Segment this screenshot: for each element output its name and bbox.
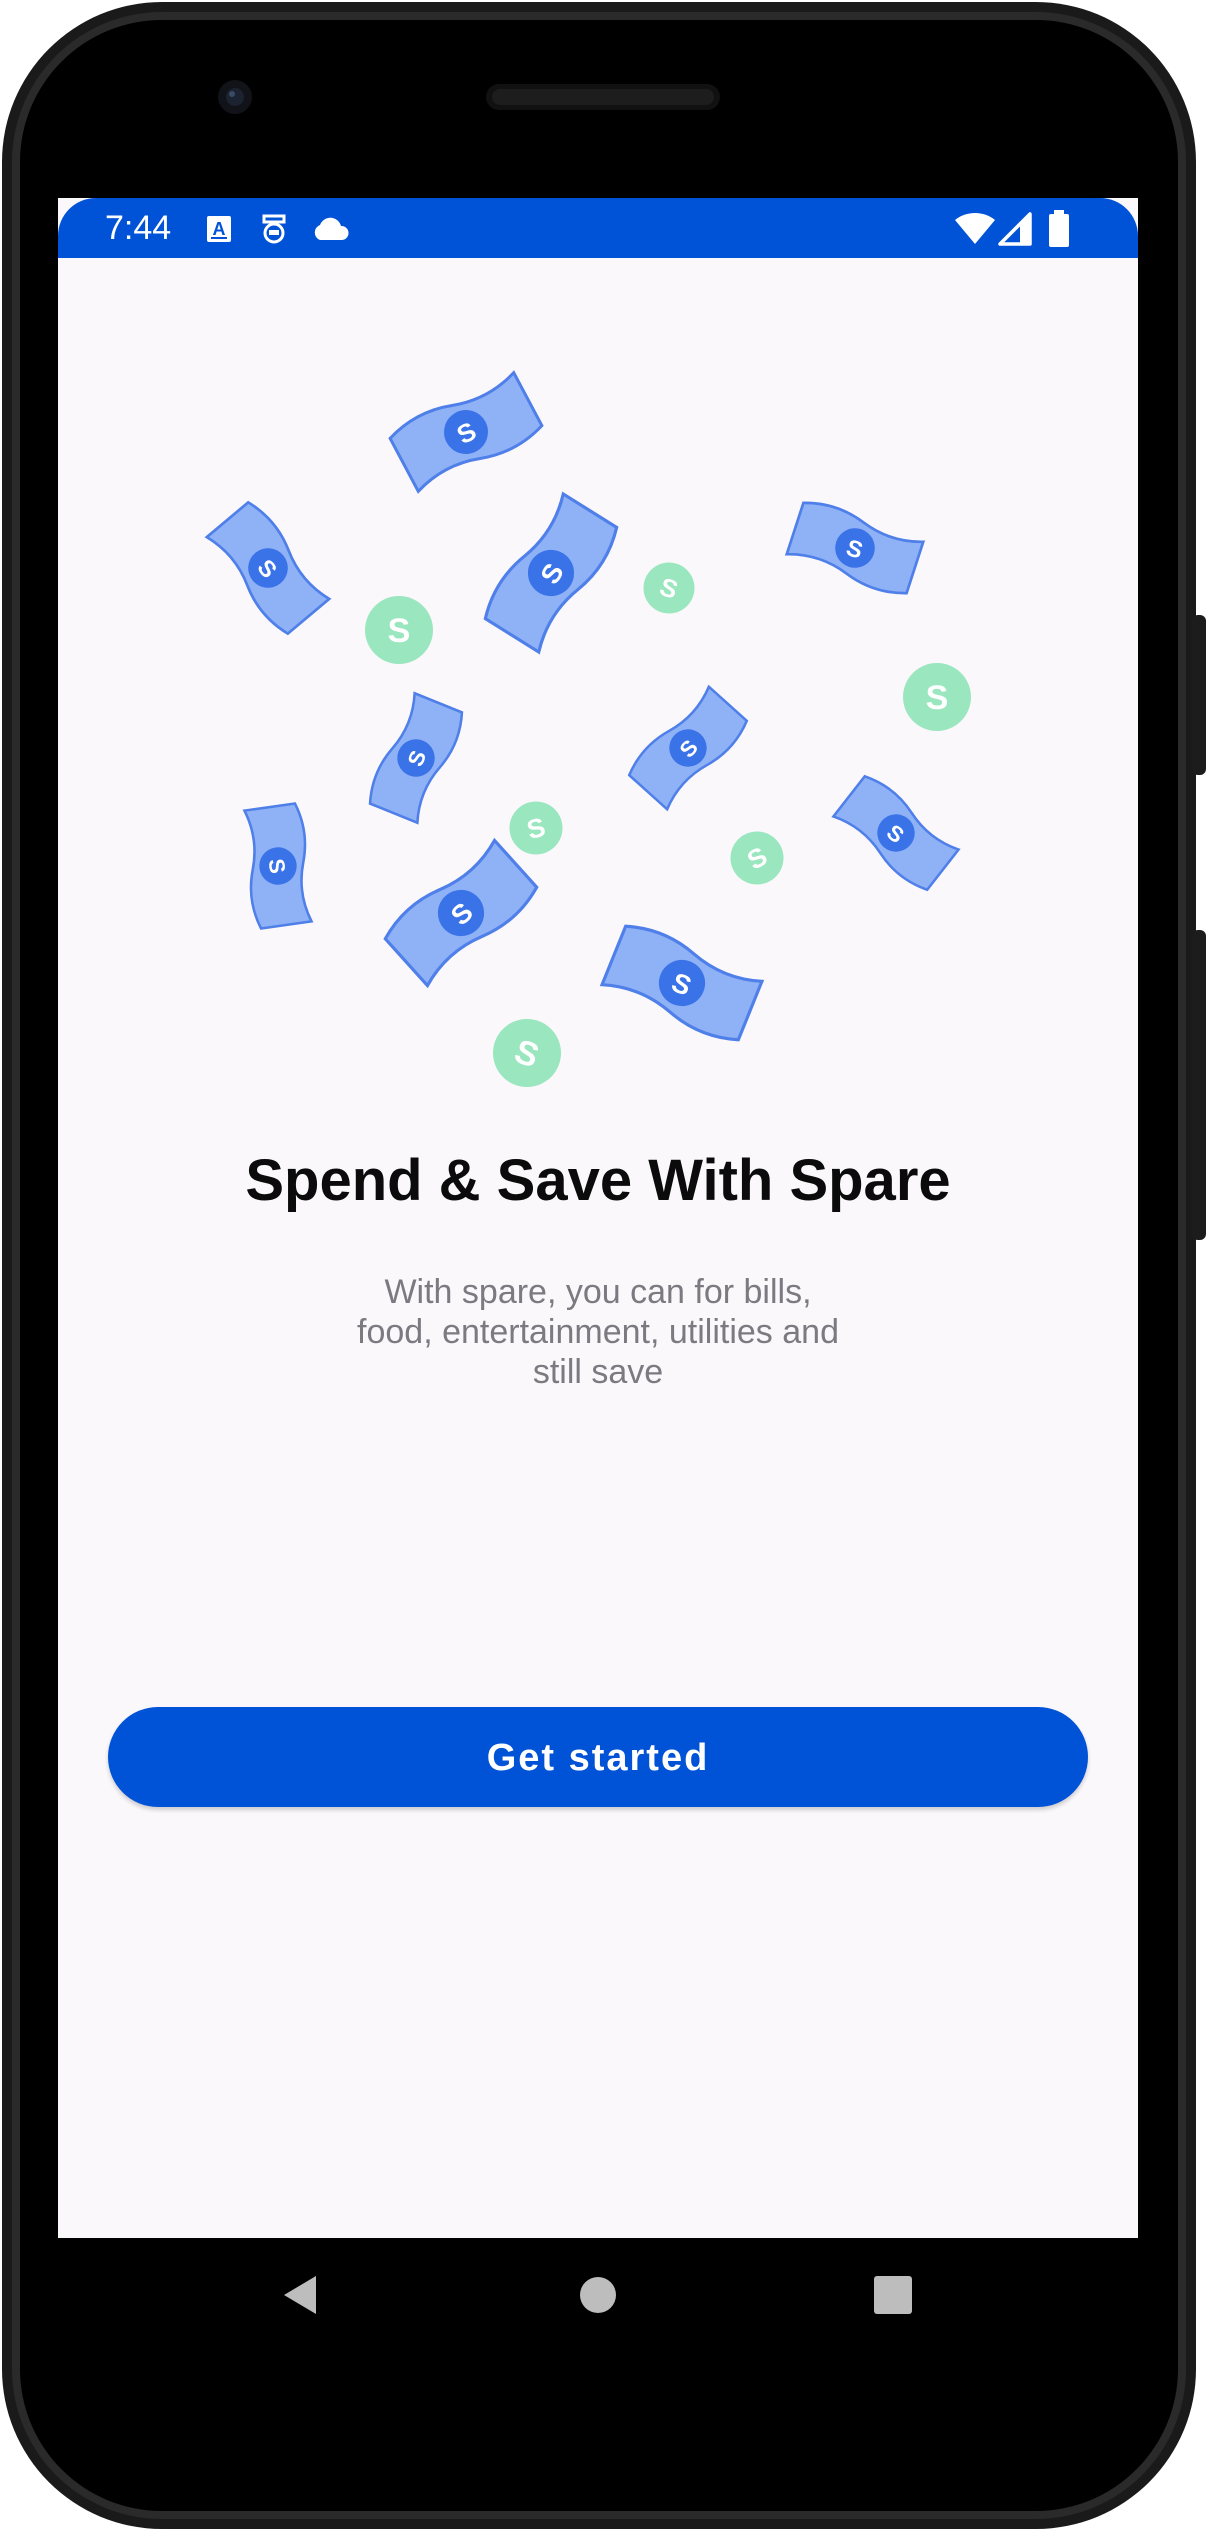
money-bill-7 — [828, 770, 964, 896]
back-icon[interactable] — [266, 2260, 336, 2330]
onboarding-subtitle: With spare, you can for bills, food, ent… — [357, 1273, 839, 1391]
money-coin-2 — [636, 555, 702, 621]
money-bill-4 — [783, 496, 927, 600]
money-bill-6 — [624, 682, 752, 814]
recents-icon[interactable] — [858, 2260, 928, 2330]
money-coin-3 — [903, 663, 971, 731]
money-bill-9 — [379, 834, 543, 992]
money-coin-5 — [720, 821, 794, 895]
money-coin-6 — [483, 1009, 571, 1097]
money-bill-5 — [364, 690, 468, 826]
money-bill-10 — [598, 918, 766, 1048]
get-started-button[interactable]: Get started — [108, 1707, 1088, 1807]
money-bill-1 — [385, 365, 547, 499]
money-bill-2 — [201, 497, 335, 639]
app-screen: 7:44 A Spend & Save With Spare With spar… — [58, 198, 1138, 2238]
money-bill-8 — [238, 801, 318, 931]
money-coin-1 — [365, 596, 433, 664]
money-bill-3 — [478, 489, 624, 657]
onboarding-title: Spend & Save With Spare — [245, 1148, 951, 1213]
home-icon[interactable] — [563, 2260, 633, 2330]
navigation-bar — [58, 2238, 1138, 2356]
money-illustration: S S — [201, 365, 971, 1097]
money-coin-4 — [503, 795, 569, 861]
